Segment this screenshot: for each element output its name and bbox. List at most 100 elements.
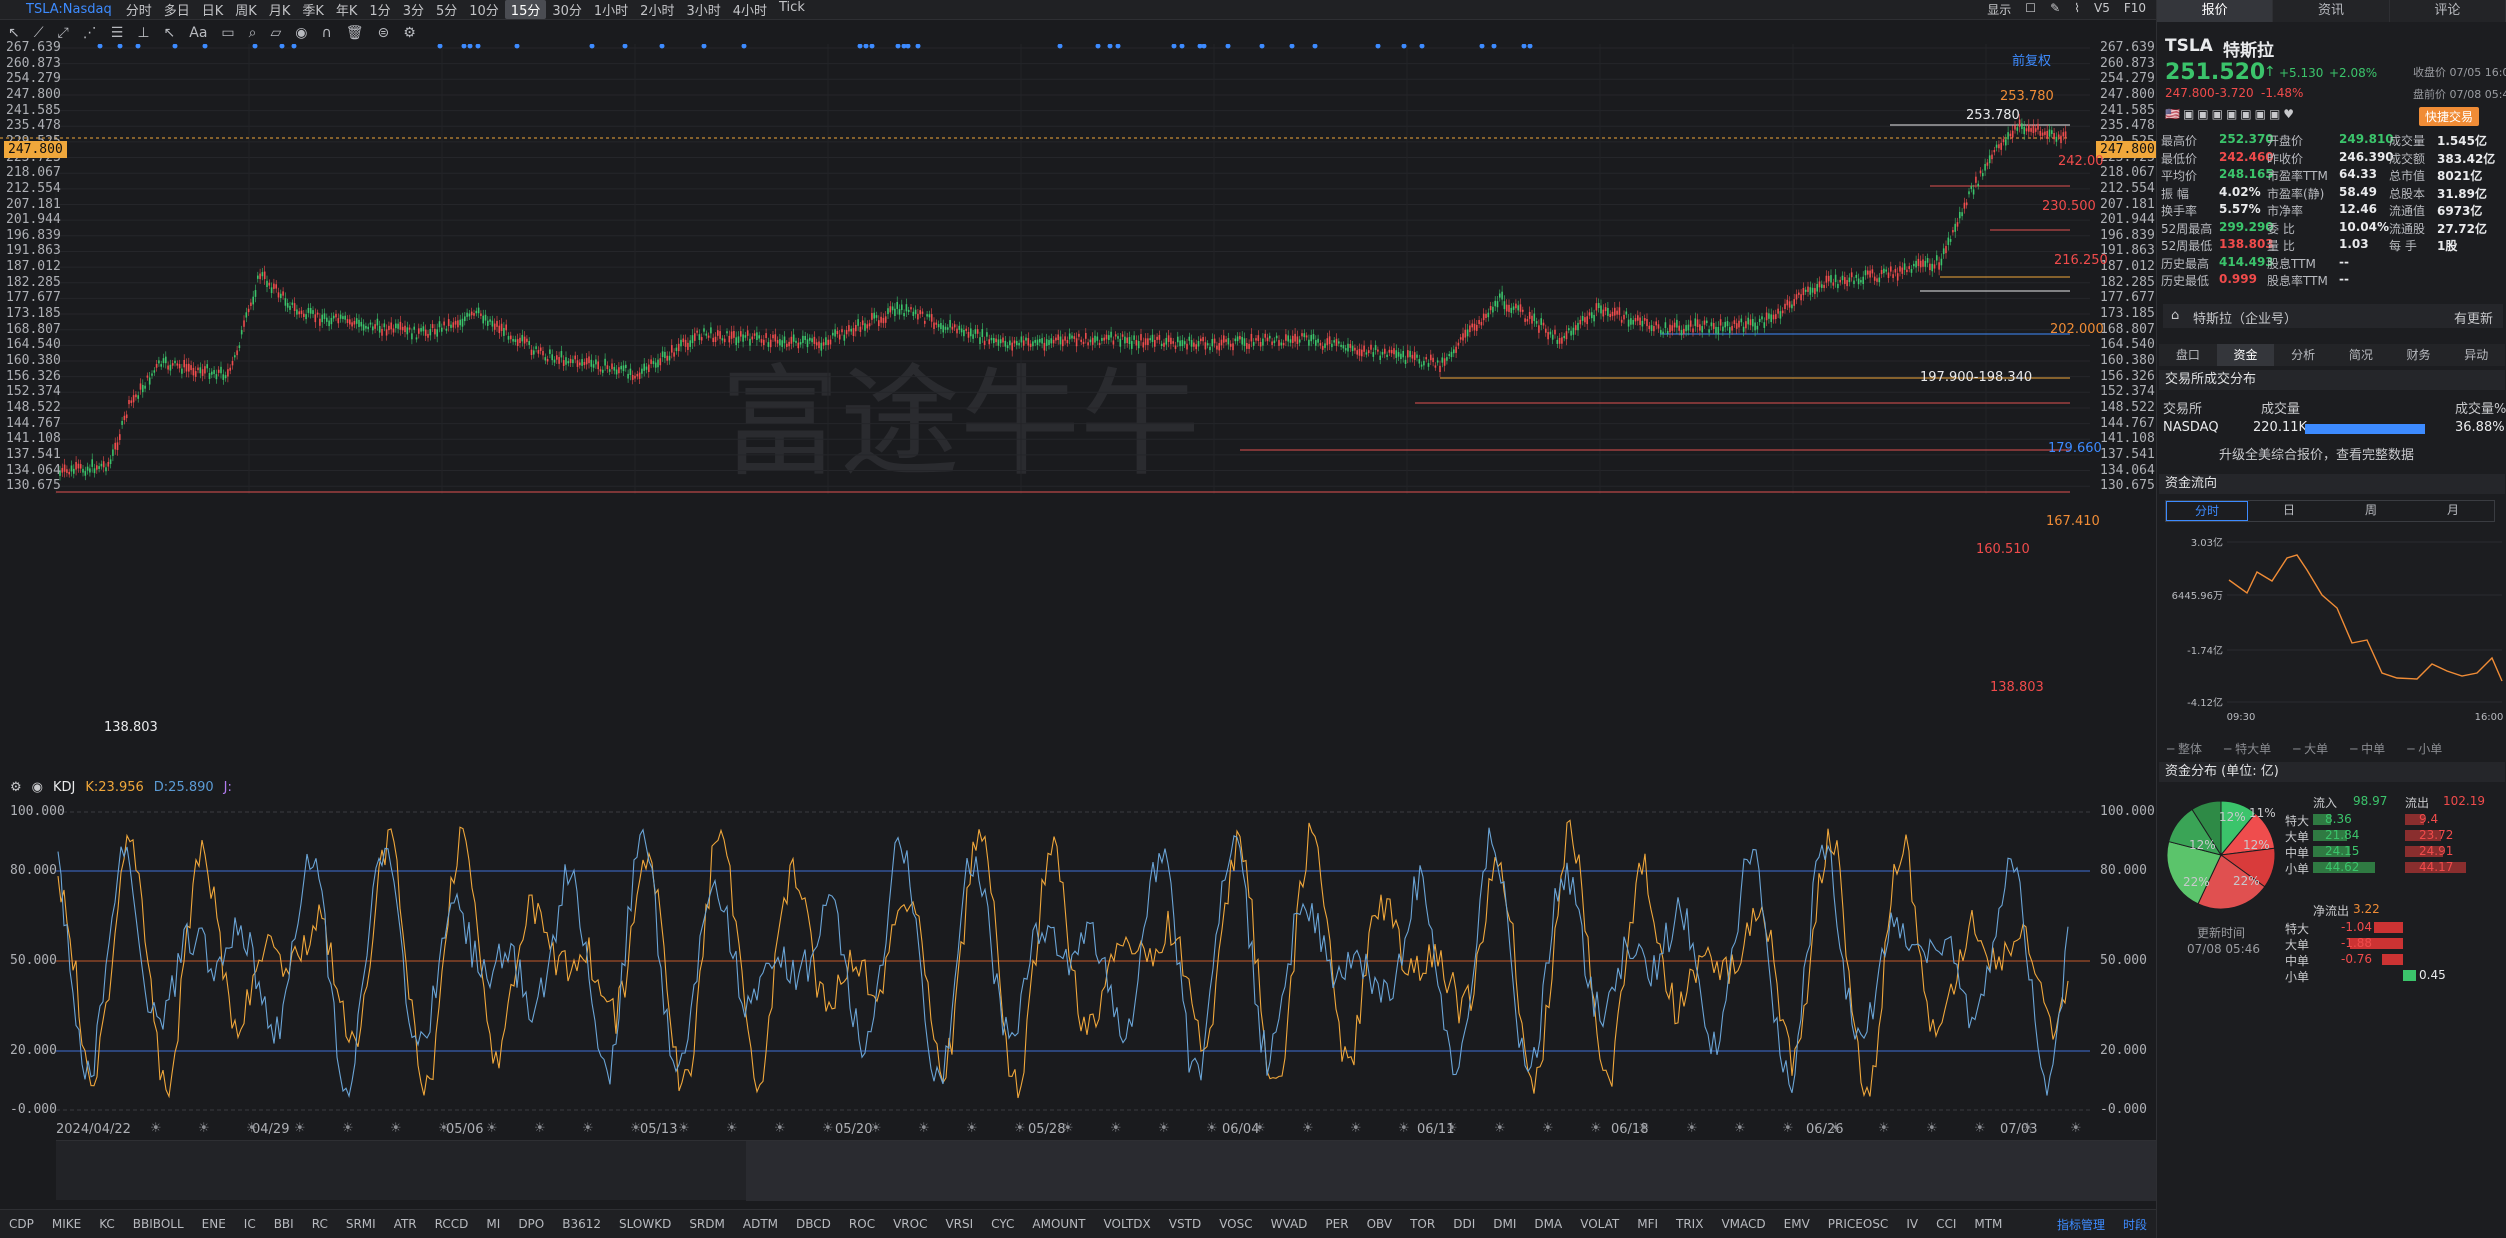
flow-tab-2[interactable]: 周 [2330,501,2412,521]
line-tool-icon[interactable]: ⟋ [34,25,44,41]
detail-tab-3[interactable]: 简况 [2332,344,2390,366]
indicator-ddi[interactable]: DDI [1444,1217,1484,1231]
indicator-cdp[interactable]: CDP [0,1217,43,1231]
indicator-wvad[interactable]: WVAD [1262,1217,1317,1231]
indicator-cci[interactable]: CCI [1927,1217,1965,1231]
flow-tab-3[interactable]: 月 [2412,501,2494,521]
indicator-dmi[interactable]: DMI [1484,1217,1525,1231]
cursor-icon[interactable]: ↖ [8,25,20,41]
kdj-chart[interactable] [0,798,2156,1118]
indicator-trix[interactable]: TRIX [1667,1217,1712,1231]
indicator-slowkd[interactable]: SLOWKD [610,1217,680,1231]
pen-icon[interactable]: ✎ [2050,1,2060,18]
indicator-mike[interactable]: MIKE [43,1217,90,1231]
flow-tab-0[interactable]: 分时 [2166,501,2248,521]
timeframe-14[interactable]: 2小时 [634,0,680,19]
settings-icon[interactable]: ⚙ [403,25,416,41]
indicator-kc[interactable]: KC [90,1217,124,1231]
adjust-label[interactable]: 前复权 [2012,50,2051,69]
symbol-label[interactable]: TSLA:Nasdaq [0,2,120,17]
comment-icon[interactable]: ▭ [221,25,234,41]
timeframe-6[interactable]: 年K [330,0,364,19]
company-account-row[interactable]: ⌂ 特斯拉（企业号） 有更新 [2163,304,2503,328]
indicator-rc[interactable]: RC [303,1217,337,1231]
lock-icon[interactable]: ⊜ [378,25,390,41]
timeframe-13[interactable]: 1小时 [588,0,634,19]
timeframe-8[interactable]: 3分 [397,0,430,19]
timeframe-10[interactable]: 10分 [463,0,505,19]
v5-button[interactable]: V5 [2094,1,2110,18]
timeframe-9[interactable]: 5分 [430,0,463,19]
detail-tab-4[interactable]: 财务 [2390,344,2448,366]
detail-tab-5[interactable]: 异动 [2447,344,2505,366]
eye-icon[interactable]: ◉ [295,25,307,41]
indicator-ene[interactable]: ENE [193,1217,235,1231]
indicator-vmacd[interactable]: VMACD [1712,1217,1774,1231]
company-update[interactable]: 有更新 [2454,308,2493,327]
detail-tab-0[interactable]: 盘口 [2159,344,2217,366]
indicator-vosc[interactable]: VOSC [1210,1217,1261,1231]
timeframe-17[interactable]: Tick [773,0,811,19]
indicator-priceosc[interactable]: PRICEOSC [1819,1217,1898,1231]
indicator-atr[interactable]: ATR [385,1217,426,1231]
quick-trade-button[interactable]: 快捷交易 [2419,107,2480,126]
indicator-tor[interactable]: TOR [1401,1217,1444,1231]
timeframe-12[interactable]: 30分 [546,0,588,19]
badge-icons[interactable]: 🇺🇸▣▣▣▣▣▣▣♥ [2165,107,2297,121]
flow-legend-3[interactable]: ─ 中单 [2350,740,2385,757]
indicator-dbcd[interactable]: DBCD [787,1217,840,1231]
upgrade-notice[interactable]: 升级全美综合报价，查看完整数据 [2219,444,2414,463]
trash-icon[interactable]: 🗑 [346,25,364,41]
gear-icon[interactable]: ⚙ [10,780,22,795]
timeframe-15[interactable]: 3小时 [680,0,726,19]
indicator-manage-button[interactable]: 指标管理 [2048,1216,2114,1233]
flow-legend-4[interactable]: ─ 小单 [2407,740,2442,757]
tab-news[interactable]: 资讯 [2273,0,2390,22]
price-chart[interactable]: 富途牛牛 267.639 267.639 260.873 260.873 254.279… [0,40,2159,778]
indicator-amount[interactable]: AMOUNT [1023,1217,1094,1231]
timeframe-16[interactable]: 4小时 [727,0,773,19]
channel-tool-icon[interactable]: ⋰ [83,25,97,41]
zoom-icon[interactable]: ⌕ [249,25,257,41]
flow-legend-2[interactable]: ─ 大单 [2293,740,2328,757]
tab-quote[interactable]: 报价 [2157,0,2274,22]
indicator-emv[interactable]: EMV [1775,1217,1819,1231]
flow-tab-1[interactable]: 日 [2248,501,2330,521]
navigator-scrollbar[interactable] [56,1140,2156,1201]
indicator-volat[interactable]: VOLAT [1571,1217,1628,1231]
square-icon[interactable]: ☐ [2025,1,2036,18]
indicator-rccd[interactable]: RCCD [426,1217,478,1231]
indicator-dma[interactable]: DMA [1525,1217,1571,1231]
display-menu[interactable]: 显示 [1987,1,2011,18]
detail-tab-2[interactable]: 分析 [2274,344,2332,366]
detail-tab-1[interactable]: 资金 [2216,344,2275,366]
indicator-mtm[interactable]: MTM [1965,1217,2011,1231]
f10-button[interactable]: F10 [2124,1,2146,18]
indicator-mi[interactable]: MI [477,1217,509,1231]
indicator-bbiboll[interactable]: BBIBOLL [124,1217,193,1231]
indicator-dpo[interactable]: DPO [509,1217,553,1231]
tab-comments[interactable]: 评论 [2390,0,2506,22]
timeframe-0[interactable]: 分时 [120,0,158,19]
flow-legend-1[interactable]: ─ 特大单 [2224,740,2271,757]
indicator-srmi[interactable]: SRMI [337,1217,385,1231]
indicator-vroc[interactable]: VROC [884,1217,936,1231]
ruler-icon[interactable]: ▱ [270,25,281,41]
indicator-adtm[interactable]: ADTM [734,1217,787,1231]
timeframe-7[interactable]: 1分 [363,0,396,19]
navigator-window[interactable] [746,1141,2156,1201]
arrow-tool-icon[interactable]: ↖ [164,25,176,41]
indicator-cyc[interactable]: CYC [982,1217,1023,1231]
flow-legend-0[interactable]: ─ 整体 [2167,740,2202,757]
timeframe-11[interactable]: 15分 [504,0,547,19]
indicator-srdm[interactable]: SRDM [680,1217,734,1231]
indicator-ic[interactable]: IC [235,1217,265,1231]
indicator-bbi[interactable]: BBI [265,1217,303,1231]
magnet-icon[interactable]: ∩ [321,25,331,41]
text-tool-icon[interactable]: Aa [189,25,207,41]
timeframe-2[interactable]: 日K [196,0,230,19]
session-button[interactable]: 时段 [2114,1216,2156,1233]
measure-tool-icon[interactable]: ⊥ [137,25,149,41]
timeframe-5[interactable]: 季K [296,0,330,19]
indicator-iv[interactable]: IV [1897,1217,1927,1231]
